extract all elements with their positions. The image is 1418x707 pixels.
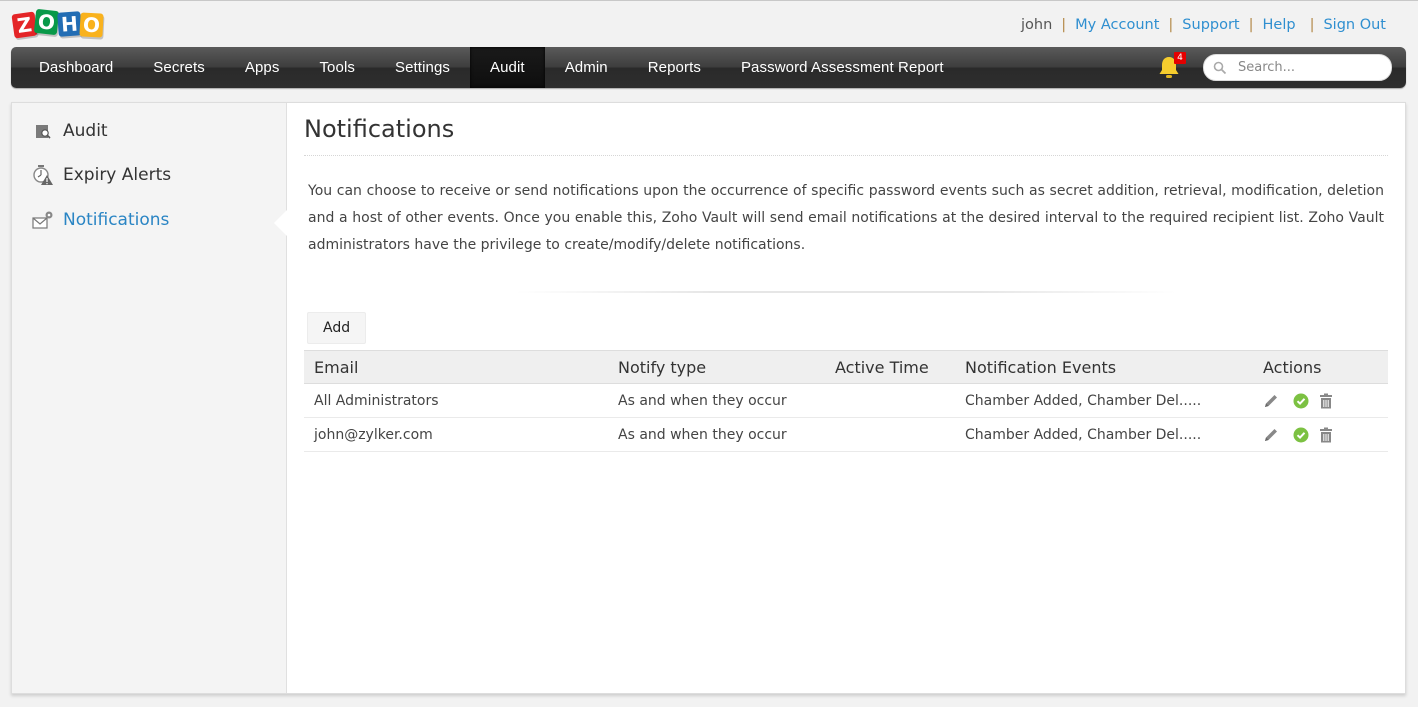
notifications-table: Email Notify type Active Time Notificati… xyxy=(304,350,1388,452)
sidebar-item-label: Notifications xyxy=(63,210,170,230)
column-header-notify-type[interactable]: Notify type xyxy=(608,350,825,384)
sidebar-item-audit[interactable]: Audit xyxy=(32,116,108,146)
logo-tile: O xyxy=(33,8,60,36)
nav-reports[interactable]: Reports xyxy=(628,47,721,88)
notification-settings-icon xyxy=(32,209,54,231)
main-panel: Audit Expiry Alerts Notifications Notifi… xyxy=(11,102,1406,694)
add-notification-button[interactable]: Add xyxy=(307,312,367,344)
delete-icon[interactable] xyxy=(1319,393,1333,409)
zoho-logo[interactable]: Z O H O xyxy=(11,8,105,41)
notify-type-cell: As and when they occur xyxy=(608,417,825,452)
actions-cell xyxy=(1253,417,1388,452)
edit-icon[interactable] xyxy=(1263,427,1279,443)
active-time-cell xyxy=(825,417,955,452)
user-links: john | My Account | Support | Help | Sig… xyxy=(1021,17,1386,33)
support-link[interactable]: Support xyxy=(1182,17,1239,33)
notify-type-cell: As and when they occur xyxy=(608,383,825,418)
events-cell: Chamber Added, Chamber Del..... xyxy=(955,383,1253,418)
audit-icon xyxy=(32,120,54,142)
sidebar-item-expiry-alerts[interactable]: Expiry Alerts xyxy=(32,160,171,190)
notification-count-badge: 4 xyxy=(1174,52,1186,64)
column-header-active-time[interactable]: Active Time xyxy=(825,350,955,384)
table-header-row: Email Notify type Active Time Notificati… xyxy=(304,350,1388,384)
divider xyxy=(516,291,1176,293)
username: john xyxy=(1020,17,1053,33)
table-row: john@zylker.com As and when they occur C… xyxy=(304,417,1388,452)
sidebar: Audit Expiry Alerts Notifications xyxy=(12,103,288,693)
sidebar-item-notifications[interactable]: Notifications xyxy=(32,205,169,235)
search-box[interactable] xyxy=(1203,54,1392,81)
delete-icon[interactable] xyxy=(1319,427,1333,443)
logo-tile: O xyxy=(79,12,104,38)
search-icon xyxy=(1213,61,1227,74)
column-header-actions: Actions xyxy=(1253,350,1388,384)
page-title: Notifications xyxy=(304,115,1388,156)
enabled-check-icon[interactable] xyxy=(1293,393,1309,409)
my-account-link[interactable]: My Account xyxy=(1075,17,1159,33)
logo-tile: H xyxy=(57,11,82,37)
nav-audit[interactable]: Audit xyxy=(469,47,545,88)
column-header-email[interactable]: Email xyxy=(304,350,608,384)
table-row: All Administrators As and when they occu… xyxy=(304,383,1388,418)
active-time-cell xyxy=(825,383,955,418)
sign-out-link[interactable]: Sign Out xyxy=(1323,17,1386,33)
separator: | xyxy=(1248,17,1254,33)
email-cell: All Administrators xyxy=(304,383,608,418)
actions-cell xyxy=(1253,383,1388,418)
active-indicator-arrow xyxy=(274,209,288,237)
page-description: You can choose to receive or send notifi… xyxy=(308,183,1384,253)
enabled-check-icon[interactable] xyxy=(1293,427,1309,443)
separator: | xyxy=(1061,17,1067,33)
search-input[interactable] xyxy=(1238,60,1378,75)
edit-icon[interactable] xyxy=(1263,393,1279,409)
nav-settings[interactable]: Settings xyxy=(375,47,470,88)
nav-tools[interactable]: Tools xyxy=(299,47,375,88)
main-nav: Dashboard Secrets Apps Tools Settings Au… xyxy=(11,47,1406,88)
nav-apps[interactable]: Apps xyxy=(225,47,300,88)
separator: | xyxy=(1168,17,1174,33)
separator: | xyxy=(1309,17,1315,33)
sidebar-item-label: Audit xyxy=(63,121,108,141)
notifications-button[interactable]: 4 xyxy=(1158,52,1186,81)
nav-admin[interactable]: Admin xyxy=(545,47,628,88)
nav-secrets[interactable]: Secrets xyxy=(133,47,225,88)
email-cell: john@zylker.com xyxy=(304,417,608,452)
column-header-notification-events[interactable]: Notification Events xyxy=(955,350,1253,384)
nav-dashboard[interactable]: Dashboard xyxy=(19,47,133,88)
sidebar-item-label: Expiry Alerts xyxy=(63,165,172,185)
nav-password-assessment-report[interactable]: Password Assessment Report xyxy=(721,47,964,88)
content-area: Notifications You can choose to receive … xyxy=(304,103,1388,452)
events-cell: Chamber Added, Chamber Del..... xyxy=(955,417,1253,452)
expiry-alert-icon xyxy=(32,164,54,186)
help-link[interactable]: Help xyxy=(1263,17,1296,33)
